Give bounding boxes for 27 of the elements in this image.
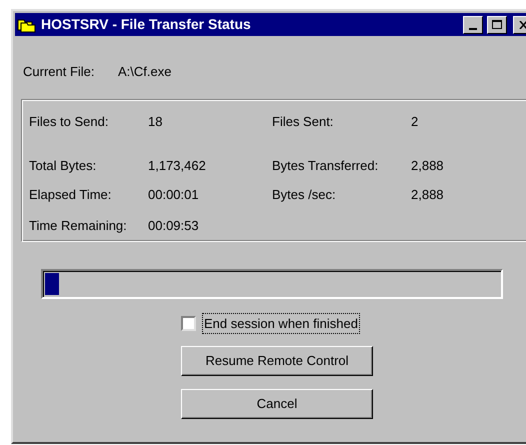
- minimize-button[interactable]: [463, 16, 483, 34]
- folders-icon: [17, 16, 37, 32]
- minimize-icon: [469, 28, 477, 30]
- stat-value: 00:09:53: [148, 218, 199, 233]
- checkbox-label[interactable]: End session when finished: [202, 313, 360, 334]
- stat-label: Files to Send:: [29, 114, 108, 129]
- stat-label: Time Remaining:: [29, 218, 127, 233]
- stat-value: 2: [411, 114, 418, 129]
- stat-label: Bytes /sec:: [272, 187, 336, 202]
- dialog-button[interactable]: Cancel: [181, 389, 373, 419]
- window-title: HOSTSRV - File Transfer Status: [41, 15, 252, 34]
- stat-value: 00:00:01: [148, 187, 199, 202]
- stat-label: Total Bytes:: [29, 158, 96, 173]
- stat-label: Elapsed Time:: [29, 187, 112, 202]
- dialog-button[interactable]: Resume Remote Control: [181, 346, 373, 376]
- close-icon: [518, 20, 526, 28]
- stat-label: Files Sent:: [272, 114, 334, 129]
- maximize-button[interactable]: [487, 16, 507, 34]
- stat-value: 2,888: [411, 158, 444, 173]
- current-file-value: A:\Cf.exe: [118, 63, 172, 82]
- stat-value: 18: [148, 114, 162, 129]
- field-label: Current File:: [23, 63, 96, 82]
- checkbox[interactable]: [181, 316, 196, 331]
- stat-label: Bytes Transferred:: [272, 158, 378, 173]
- stat-value: 1,173,462: [148, 158, 206, 173]
- stat-value: 2,888: [411, 187, 444, 202]
- maximize-icon: [492, 20, 502, 29]
